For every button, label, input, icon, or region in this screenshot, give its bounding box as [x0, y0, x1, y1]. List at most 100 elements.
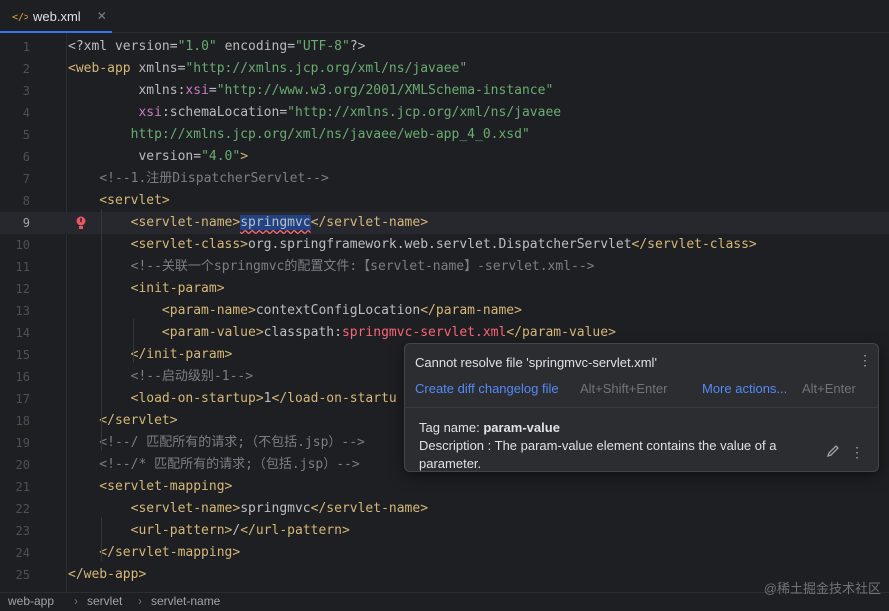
- code-line[interactable]: 5 http://xmlns.jcp.org/xml/ns/javaee/web…: [0, 124, 889, 146]
- code-token: version: [114, 39, 170, 54]
- code-token: xsi: [138, 105, 162, 120]
- inspection-popup: Cannot resolve file 'springmvc-servlet.x…: [404, 343, 879, 472]
- code-line[interactable]: 8 <servlet>: [0, 190, 889, 212]
- tag-label: Tag name:: [419, 420, 484, 435]
- code-token: "1.0": [177, 39, 217, 54]
- code-line[interactable]: 10 <servlet-class>org.springframework.we…: [0, 234, 889, 256]
- line-number: 18: [15, 414, 30, 428]
- code-token: =: [279, 105, 288, 120]
- edit-icon[interactable]: [826, 444, 840, 458]
- code-token: <!--1.注册DispatcherServlet-->: [68, 171, 329, 186]
- code-text: <param-name>contextConfigLocation</param…: [68, 300, 522, 322]
- line-number: 1: [22, 40, 30, 54]
- breadcrumb-item[interactable]: servlet: [87, 591, 122, 611]
- code-line[interactable]: 1 <?xml version="1.0" encoding="UTF-8"?>: [0, 36, 889, 58]
- code-token: >: [240, 149, 249, 164]
- code-token: <web-app: [68, 61, 139, 76]
- more-options-icon[interactable]: ⋮: [858, 352, 872, 369]
- line-number: 7: [22, 172, 30, 186]
- code-text: http://xmlns.jcp.org/xml/ns/javaee/web-a…: [68, 124, 530, 146]
- code-token: "http://xmlns.jcp.org/xml/ns/javaee": [185, 61, 468, 76]
- code-token: <url-pattern>: [68, 523, 233, 538]
- code-text: <!--关联一个springmvc的配置文件:【servlet-name】-se…: [68, 256, 595, 278]
- code-text: <servlet-mapping>: [68, 476, 232, 498]
- code-token: "4.0": [201, 149, 241, 164]
- more-actions-link[interactable]: More actions...: [702, 381, 787, 396]
- code-token: =: [208, 83, 217, 98]
- code-token: <load-on-startup>: [68, 391, 264, 406]
- code-line[interactable]: 9 <servlet-name>springmvc</servlet-name>: [0, 212, 889, 234]
- line-number: 13: [15, 304, 30, 318]
- code-token: xmlns: [138, 61, 178, 76]
- code-line[interactable]: 3 xmlns:xsi="http://www.w3.org/2001/XMLS…: [0, 80, 889, 102]
- code-editor[interactable]: 1 <?xml version="1.0" encoding="UTF-8"?> 2…: [0, 33, 889, 592]
- breadcrumb: web-app › servlet › servlet-name: [0, 592, 889, 609]
- watermark: @稀土掘金技术社区: [763, 581, 881, 596]
- code-line[interactable]: 6 version="4.0">: [0, 146, 889, 168]
- code-text: </init-param>: [68, 344, 233, 366]
- code-line[interactable]: 21 <servlet-mapping>: [0, 476, 889, 498]
- code-token: http://xmlns.jcp.org/xml/ns/javaee/web-a…: [68, 127, 530, 142]
- code-token: <?xml: [68, 39, 115, 54]
- more-options-icon[interactable]: ⋮: [850, 444, 864, 461]
- code-token: <servlet>: [68, 193, 170, 208]
- code-text: <param-value>classpath:springmvc-servlet…: [68, 322, 616, 344]
- create-diff-changelog-link[interactable]: Create diff changelog file: [415, 381, 559, 396]
- code-line[interactable]: 12 <init-param>: [0, 278, 889, 300]
- code-text: <load-on-startup>1</load-on-startu: [68, 388, 397, 410]
- code-text: <url-pattern>/</url-pattern>: [68, 520, 350, 542]
- line-number: 11: [15, 260, 30, 274]
- close-icon[interactable]: ✕: [97, 9, 107, 23]
- code-text: version="4.0">: [68, 146, 248, 168]
- code-line[interactable]: 7 <!--1.注册DispatcherServlet-->: [0, 168, 889, 190]
- indent-guide: [101, 209, 102, 451]
- code-token: version: [138, 149, 194, 164]
- code-text: <servlet>: [68, 190, 170, 212]
- tab-web-xml[interactable]: </> web.xml ✕: [0, 0, 112, 33]
- code-text: <init-param>: [68, 278, 225, 300]
- code-text: <!--/* 匹配所有的请求;（包括.jsp）-->: [68, 454, 360, 476]
- code-token: =: [287, 39, 296, 54]
- tab-label: web.xml: [33, 8, 81, 24]
- code-token: springmvc: [240, 501, 311, 516]
- code-text: xmlns:xsi="http://www.w3.org/2001/XMLSch…: [68, 80, 553, 102]
- code-line[interactable]: 23 <url-pattern>/</url-pattern>: [0, 520, 889, 542]
- code-line[interactable]: 2 <web-app xmlns="http://xmlns.jcp.org/xm…: [0, 58, 889, 80]
- line-number: 24: [15, 546, 30, 560]
- code-token: <servlet-name>: [68, 501, 241, 516]
- code-token: "UTF-8": [295, 39, 350, 54]
- code-token: schemaLocation: [169, 105, 280, 120]
- line-number: 4: [22, 106, 30, 120]
- code-line[interactable]: 25 </web-app>: [0, 564, 889, 586]
- code-token: =: [169, 39, 178, 54]
- code-token: <param-value>: [68, 325, 264, 340]
- shortcut-hint: Alt+Shift+Enter: [580, 381, 668, 396]
- breadcrumb-separator: ›: [74, 594, 78, 608]
- line-number: 25: [15, 568, 30, 582]
- code-text: <!--/ 匹配所有的请求;（不包括.jsp）-->: [68, 432, 365, 454]
- line-number: 3: [22, 84, 30, 98]
- popup-title: Cannot resolve file 'springmvc-servlet.x…: [415, 355, 657, 370]
- code-token: <servlet-name>: [68, 215, 241, 230]
- code-token: <!--关联一个springmvc的配置文件:【servlet-name】-se…: [68, 259, 595, 274]
- indent-guide: [101, 517, 102, 561]
- breadcrumb-item[interactable]: web-app: [8, 591, 54, 611]
- code-token: </url-pattern>: [240, 523, 350, 538]
- code-line[interactable]: 11 <!--关联一个springmvc的配置文件:【servlet-name】…: [0, 256, 889, 278]
- code-text: <servlet-name>springmvc</servlet-name>: [68, 212, 428, 234]
- code-line[interactable]: 4 xsi:schemaLocation="http://xmlns.jcp.o…: [0, 102, 889, 124]
- line-number: 14: [15, 326, 30, 340]
- code-token: <!--/* 匹配所有的请求;（包括.jsp）-->: [68, 457, 360, 472]
- code-token: </param-value>: [506, 325, 616, 340]
- code-token: classpath:: [263, 325, 342, 340]
- code-line[interactable]: 24 </servlet-mapping>: [0, 542, 889, 564]
- code-line[interactable]: 22 <servlet-name>springmvc</servlet-name…: [0, 498, 889, 520]
- code-token: "http://www.w3.org/2001/XMLSchema-instan…: [216, 83, 554, 98]
- code-text: <web-app xmlns="http://xmlns.jcp.org/xml…: [68, 58, 467, 80]
- line-number: 22: [15, 502, 30, 516]
- code-text: <!--启动级别-1-->: [68, 366, 253, 388]
- code-token: :: [161, 105, 170, 120]
- code-token: </web-app>: [68, 567, 147, 582]
- breadcrumb-item[interactable]: servlet-name: [151, 591, 220, 611]
